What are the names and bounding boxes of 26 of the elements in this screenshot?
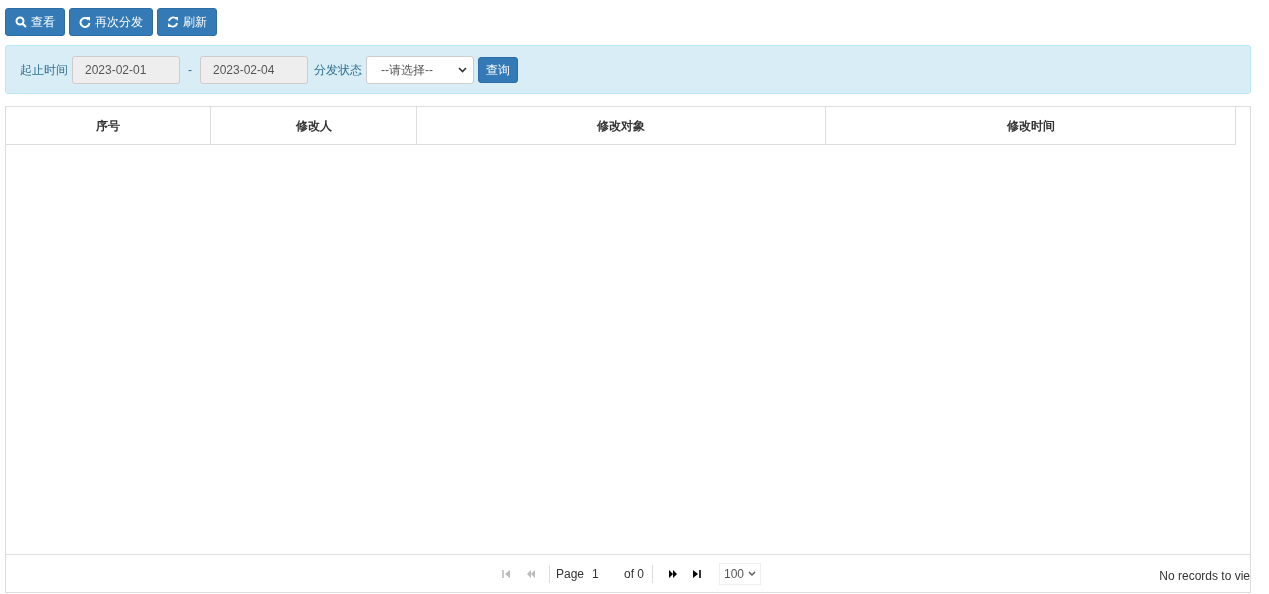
records-info: No records to vie bbox=[1159, 568, 1250, 585]
date-field[interactable]: 2023-02-04 bbox=[200, 55, 308, 84]
last-page-icon[interactable] bbox=[692, 568, 702, 579]
page-count: of 0 bbox=[624, 565, 644, 583]
field-label: 起止时间 bbox=[20, 61, 68, 79]
column-header: 修改对象 bbox=[417, 107, 826, 144]
field-label: 分发状态 bbox=[314, 61, 362, 79]
query-button[interactable]: 查询 bbox=[478, 56, 518, 83]
next-page-icon[interactable] bbox=[668, 568, 678, 579]
redo-icon bbox=[79, 16, 91, 28]
refresh-icon bbox=[167, 16, 179, 28]
toolbar-button[interactable]: 查看 bbox=[5, 8, 65, 36]
page-label: Page bbox=[555, 565, 584, 583]
column-header: 修改人 bbox=[211, 107, 417, 144]
chevron-icon bbox=[458, 66, 467, 73]
search-icon bbox=[15, 16, 27, 28]
status-dropdown[interactable]: --请选择-- bbox=[366, 55, 474, 84]
toolbar-button[interactable]: 刷新 bbox=[157, 8, 217, 36]
page-number-field[interactable]: 1 bbox=[590, 563, 622, 584]
column-header: 修改时间 bbox=[826, 107, 1236, 144]
column-header: 序号 bbox=[6, 107, 211, 144]
chevron-icon bbox=[748, 570, 757, 577]
page-size-dropdown[interactable]: 100 bbox=[719, 562, 762, 585]
date-field[interactable]: 2023-02-01 bbox=[72, 55, 180, 84]
toolbar-button[interactable]: 再次分发 bbox=[69, 8, 153, 36]
range-separator: - bbox=[187, 61, 193, 79]
